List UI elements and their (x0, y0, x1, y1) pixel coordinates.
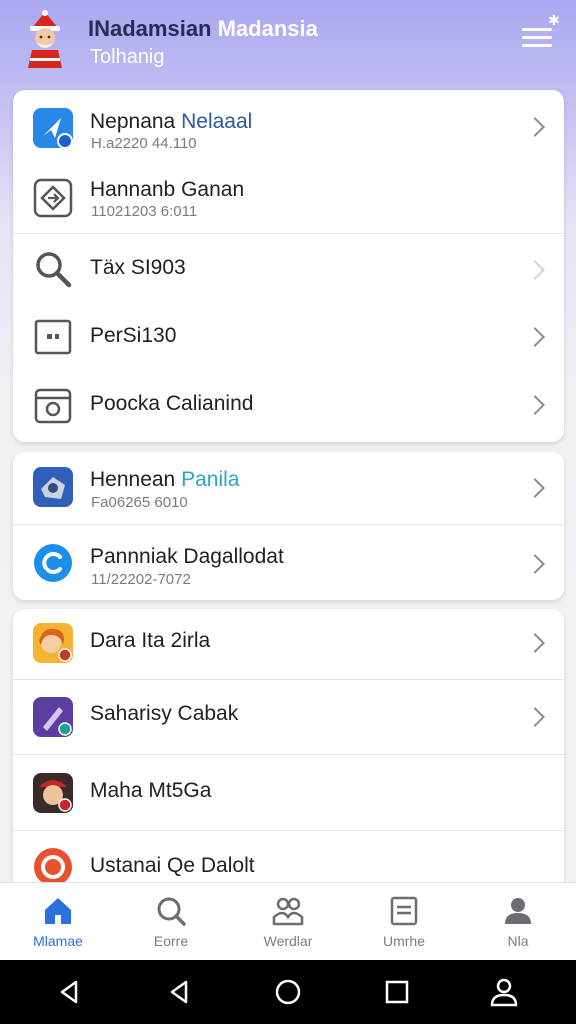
back-icon[interactable] (54, 976, 86, 1008)
list-item-title: Dara Ita 2irla (90, 629, 211, 652)
chat-bubble-icon (34, 544, 72, 582)
search-icon (36, 252, 72, 288)
title-text: Nepnana (90, 110, 176, 133)
list-item-subtitle: Fa06265 6010 (91, 494, 188, 511)
menu-line (522, 28, 552, 31)
list-item-subtitle: H.a2220 44.110 (91, 135, 197, 152)
list-item[interactable]: Saharisy Cabak (13, 680, 564, 755)
list-item[interactable]: Hennean Panila Fa06265 6010 (13, 452, 564, 525)
list-item-title: Saharisy Cabak (90, 702, 239, 725)
list-group-1: Nepnana Nelaaal H.a2220 44.110 Hannanb G… (13, 90, 564, 442)
list-item-title: Ustanai Qe Dalolt (90, 854, 255, 877)
square-dot-icon (34, 319, 72, 355)
purple-app-icon (33, 697, 73, 737)
app-title-dark: INadamsian (88, 16, 212, 41)
back-icon[interactable] (164, 976, 196, 1008)
diamond-arrows-icon (33, 178, 73, 218)
menu-line (522, 44, 552, 47)
nav-search[interactable]: Eorre (121, 883, 221, 961)
title-highlight: Panila (181, 468, 240, 491)
app-subtitle: Tolhanig (90, 46, 165, 68)
nav-label: Mlamae (33, 933, 83, 949)
list-item-title: Hannanb Ganan (90, 178, 245, 201)
system-navigation-bar (0, 960, 576, 1024)
red-hat-avatar-icon (33, 773, 73, 813)
nav-profile[interactable]: Nla (468, 883, 568, 961)
nav-label: Nla (507, 933, 529, 949)
list-group-3: Dara Ita 2irla Saharisy Cabak Maha Mt5Ga… (13, 609, 564, 909)
list-item[interactable]: PerSi130 (13, 304, 564, 372)
menu-button[interactable] (522, 28, 552, 52)
list-item-title: Poocka Calianind (90, 392, 254, 415)
nav-label: Umrhe (382, 933, 425, 949)
chevron-right-icon (525, 395, 545, 415)
list-item-title: Pannniak Dagallodat (90, 545, 284, 568)
santa-avatar-icon[interactable] (22, 10, 68, 72)
navigation-arrow-icon (33, 108, 73, 148)
profile-icon (505, 898, 531, 924)
people-icon (272, 897, 304, 926)
list-item[interactable]: Pannniak Dagallodat 11/22202-7072 (13, 525, 564, 600)
document-icon (390, 896, 418, 926)
orange-circle-icon (34, 848, 72, 886)
nav-label: Eorre (153, 933, 189, 949)
list-item-title: Nepnana Nelaaal (90, 110, 252, 134)
sparkle-icon: ✱ (548, 12, 560, 28)
chevron-right-icon (525, 554, 545, 574)
list-item-subtitle: 11/22202-7072 (91, 571, 191, 588)
chevron-right-icon (525, 478, 545, 498)
list-item[interactable]: Maha Mt5Ga (13, 755, 564, 831)
title-text: Hennean (90, 468, 176, 491)
list-item[interactable]: Täx SI903 (13, 234, 564, 304)
list-item-title: PerSi130 (90, 324, 177, 347)
chevron-right-icon (525, 633, 545, 653)
list-item[interactable]: Poocka Calianind (13, 372, 564, 442)
chevron-right-icon (525, 117, 545, 137)
app-title-light: Madansia (217, 16, 318, 41)
nav-label: Werdlar (263, 933, 313, 949)
menu-line (522, 36, 552, 39)
nav-home[interactable]: Mlamae (8, 883, 108, 961)
list-item-title: Maha Mt5Ga (90, 779, 212, 802)
chevron-right-icon (525, 707, 545, 727)
app-header: INadamsian Madansia Tolhanig ✱ (0, 0, 576, 90)
app-title: INadamsian Madansia (88, 16, 318, 42)
home-circle-icon[interactable] (272, 976, 304, 1008)
list-item-subtitle: 11021203 6:011 (91, 203, 198, 220)
list-item[interactable]: Nepnana Nelaaal H.a2220 44.110 Hannanb G… (13, 90, 564, 234)
list-item-title: Hennean Panila (90, 468, 239, 492)
home-icon (45, 898, 71, 924)
chevron-right-icon (525, 260, 545, 280)
search-icon (157, 897, 186, 926)
list-group-2: Hennean Panila Fa06265 6010 Pannniak Dag… (13, 452, 564, 600)
chevron-right-icon (525, 327, 545, 347)
title-highlight: Nelaaal (181, 110, 253, 133)
list-item-title: Täx SI903 (90, 256, 186, 279)
bottom-navigation: Mlamae Eorre Werdlar Umrhe Nla (0, 882, 576, 960)
profile-icon[interactable] (488, 976, 520, 1008)
nav-people[interactable]: Werdlar (238, 883, 338, 961)
nav-document[interactable]: Umrhe (354, 883, 454, 961)
list-item[interactable]: Dara Ita 2irla (13, 609, 564, 680)
recents-icon[interactable] (381, 976, 413, 1008)
game-app-icon (33, 467, 73, 507)
character-avatar-icon (33, 623, 73, 663)
camera-frame-icon (34, 388, 72, 424)
